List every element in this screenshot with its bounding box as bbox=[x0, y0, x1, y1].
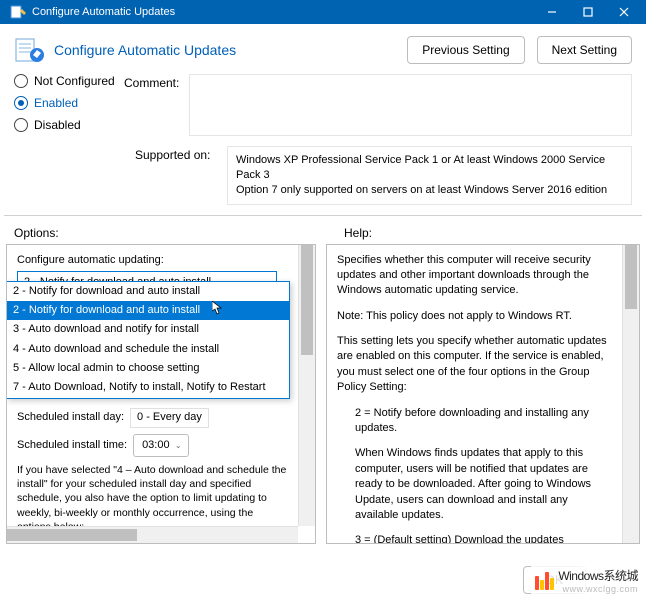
titlebar: Configure Automatic Updates bbox=[0, 0, 646, 24]
help-paragraph: Specifies whether this computer will rec… bbox=[337, 253, 612, 299]
help-vertical-scrollbar[interactable] bbox=[622, 245, 639, 543]
comment-textarea[interactable] bbox=[189, 74, 632, 136]
options-horizontal-scrollbar[interactable] bbox=[7, 526, 298, 543]
dropdown-option[interactable]: 4 - Auto download and schedule the insta… bbox=[7, 340, 289, 359]
watermark-url: www.wxclgg.com bbox=[558, 584, 638, 594]
options-paragraph: If you have selected "4 – Auto download … bbox=[17, 463, 288, 525]
cursor-icon bbox=[212, 301, 226, 315]
watermark-text: Windows系统城 bbox=[558, 569, 638, 583]
watermark-icon bbox=[535, 572, 554, 590]
watermark: Windows系统城 www.wxclgg.com bbox=[531, 565, 642, 596]
options-pane: Configure automatic updating: 2 - Notify… bbox=[6, 244, 316, 544]
help-paragraph: When Windows finds updates that apply to… bbox=[337, 446, 612, 523]
options-vertical-scrollbar[interactable] bbox=[298, 245, 315, 526]
panes-header: Options: Help: bbox=[0, 216, 646, 244]
help-paragraph: Note: This policy does not apply to Wind… bbox=[337, 309, 612, 324]
scheduled-time-value: 03:00 bbox=[142, 439, 170, 451]
dropdown-option[interactable]: 3 - Auto download and notify for install bbox=[7, 320, 289, 339]
state-comment-row: Not Configured Enabled Disabled Comment: bbox=[0, 70, 646, 142]
help-pane: Specifies whether this computer will rec… bbox=[326, 244, 640, 544]
next-setting-button[interactable]: Next Setting bbox=[537, 36, 632, 64]
radio-enabled[interactable]: Enabled bbox=[14, 96, 124, 110]
help-heading: Help: bbox=[324, 226, 372, 240]
radio-label-disabled: Disabled bbox=[34, 118, 81, 132]
radio-not-configured[interactable]: Not Configured bbox=[14, 74, 124, 88]
configure-updating-dropdown[interactable]: 2 - Notify for download and auto install… bbox=[7, 281, 290, 399]
comment-label: Comment: bbox=[124, 76, 179, 140]
scheduled-install-day-row: Scheduled install day: 0 - Every day bbox=[17, 408, 288, 427]
supported-on-label: Supported on: bbox=[14, 146, 227, 205]
dropdown-option[interactable]: 2 - Notify for download and auto install bbox=[7, 301, 289, 320]
help-paragraph: 3 = (Default setting) Download the updat… bbox=[337, 533, 612, 542]
page-title: Configure Automatic Updates bbox=[54, 42, 407, 58]
scheduled-time-select[interactable]: 03:00 ⌄ bbox=[133, 434, 189, 457]
radio-disabled[interactable]: Disabled bbox=[14, 118, 124, 132]
previous-setting-button[interactable]: Previous Setting bbox=[407, 36, 524, 64]
scheduled-day-value[interactable]: 0 - Every day bbox=[130, 408, 209, 427]
radio-label-enabled: Enabled bbox=[34, 96, 78, 110]
chevron-down-icon: ⌄ bbox=[175, 440, 182, 451]
radio-label-not-configured: Not Configured bbox=[34, 74, 115, 88]
close-button[interactable] bbox=[606, 0, 642, 24]
dropdown-option[interactable]: 7 - Auto Download, Notify to install, No… bbox=[7, 378, 289, 397]
window-title: Configure Automatic Updates bbox=[32, 6, 534, 18]
options-heading: Options: bbox=[14, 226, 324, 240]
maximize-button[interactable] bbox=[570, 0, 606, 24]
scheduled-day-label: Scheduled install day: bbox=[17, 410, 124, 425]
scheduled-time-label: Scheduled install time: bbox=[17, 438, 127, 453]
help-paragraph: This setting lets you specify whether au… bbox=[337, 334, 612, 396]
supported-on-text: Windows XP Professional Service Pack 1 o… bbox=[227, 146, 632, 205]
configure-updating-label: Configure automatic updating: bbox=[17, 253, 288, 268]
dropdown-option[interactable]: 5 - Allow local admin to choose setting bbox=[7, 359, 289, 378]
supported-on-row: Supported on: Windows XP Professional Se… bbox=[0, 142, 646, 215]
policy-icon bbox=[10, 4, 26, 20]
scheduled-install-time-row: Scheduled install time: 03:00 ⌄ bbox=[17, 434, 288, 457]
policy-shield-icon bbox=[14, 36, 48, 64]
minimize-button[interactable] bbox=[534, 0, 570, 24]
dropdown-option[interactable]: 2 - Notify for download and auto install bbox=[7, 282, 289, 301]
header-row: Configure Automatic Updates Previous Set… bbox=[0, 24, 646, 70]
help-paragraph: 2 = Notify before downloading and instal… bbox=[337, 406, 612, 437]
